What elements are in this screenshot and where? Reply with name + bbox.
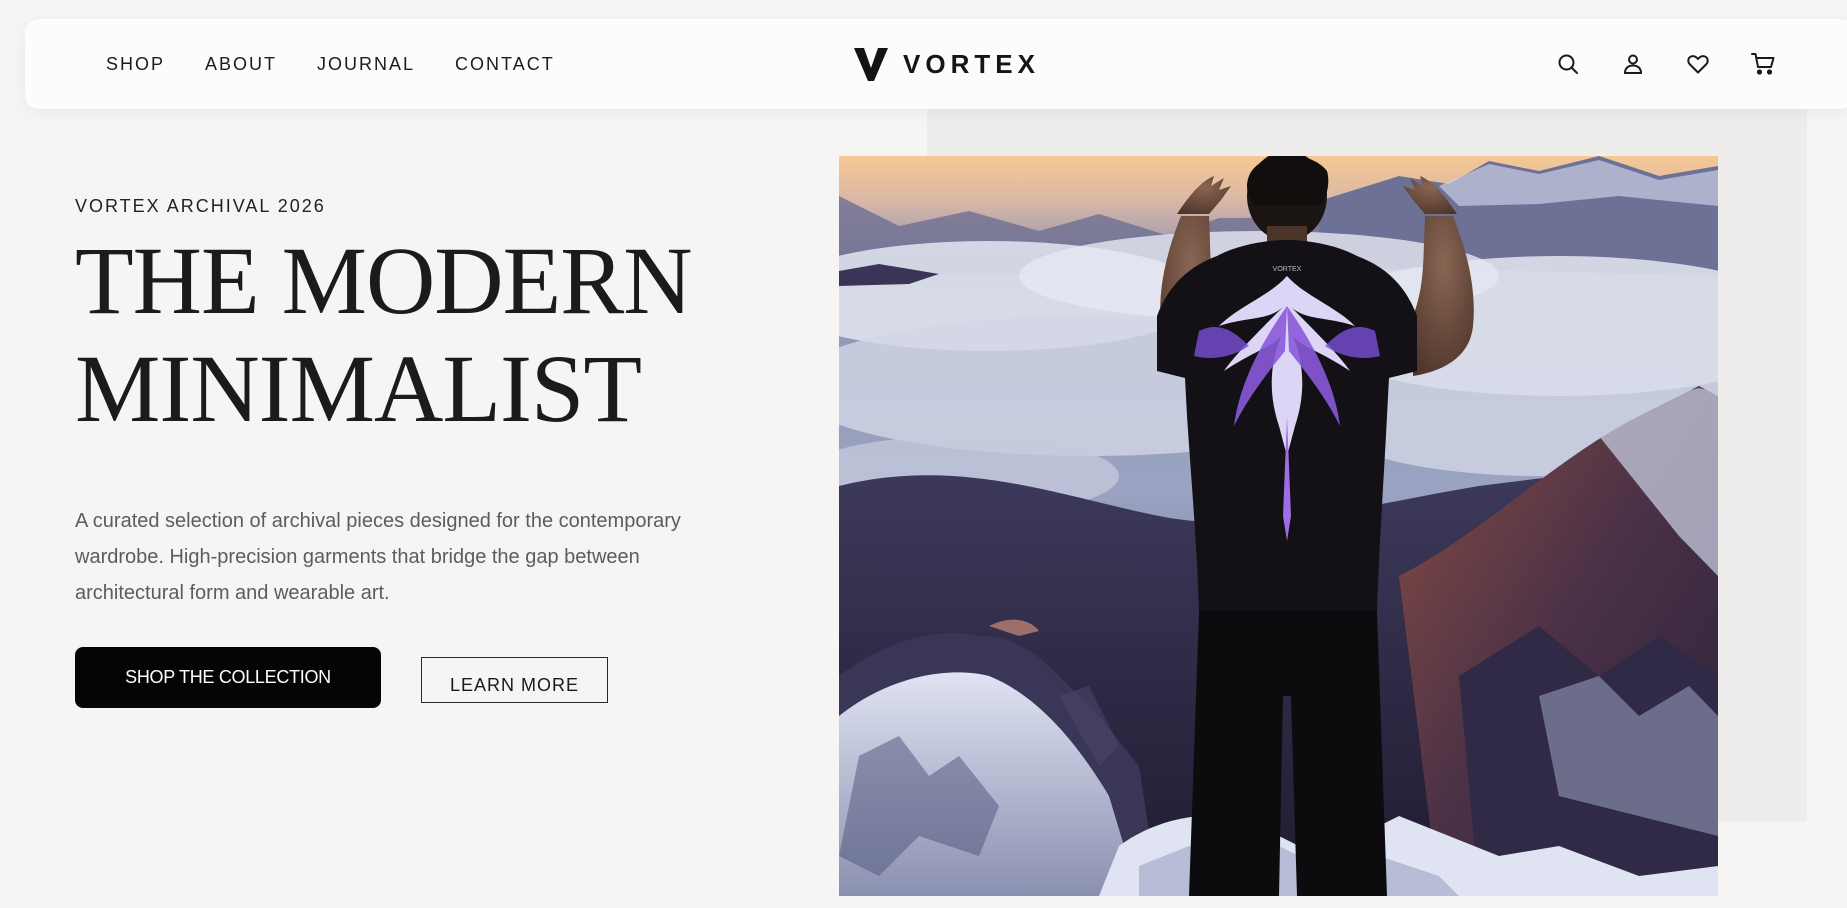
logo-v-icon <box>853 46 889 82</box>
nav-actions <box>1555 19 1776 109</box>
top-navbar: SHOP ABOUT JOURNAL CONTACT VORTEX <box>25 19 1847 109</box>
hero-title: THE MODERN MINIMALIST <box>75 227 775 443</box>
hero-cta-group: SHOP THE COLLECTION LEARN MORE <box>75 647 608 708</box>
learn-more-button[interactable]: LEARN MORE <box>421 656 608 703</box>
hero-image: VORTEX <box>839 156 1718 896</box>
hero-title-line-1: THE MODERN <box>75 227 693 334</box>
shop-collection-button[interactable]: SHOP THE COLLECTION <box>75 647 381 708</box>
heart-icon[interactable] <box>1685 51 1711 77</box>
hero-description: A curated selection of archival pieces d… <box>75 510 681 604</box>
account-icon[interactable] <box>1620 51 1646 77</box>
nav-link-about[interactable]: ABOUT <box>205 54 277 75</box>
cart-icon[interactable] <box>1750 51 1776 77</box>
brand-logo[interactable]: VORTEX <box>853 19 1040 109</box>
hero-title-line-2: MINIMALIST <box>75 335 642 442</box>
brand-name: VORTEX <box>903 48 1040 79</box>
hero-copy: VORTEX ARCHIVAL 2026 THE MODERN MINIMALI… <box>75 196 775 611</box>
primary-nav: SHOP ABOUT JOURNAL CONTACT <box>106 19 555 109</box>
nav-link-shop[interactable]: SHOP <box>106 54 165 75</box>
search-icon[interactable] <box>1555 51 1581 77</box>
hero-eyebrow: VORTEX ARCHIVAL 2026 <box>75 196 326 216</box>
nav-link-journal[interactable]: JOURNAL <box>317 54 415 75</box>
shirt-print-text: VORTEX <box>1273 266 1302 273</box>
nav-link-contact[interactable]: CONTACT <box>455 54 555 75</box>
